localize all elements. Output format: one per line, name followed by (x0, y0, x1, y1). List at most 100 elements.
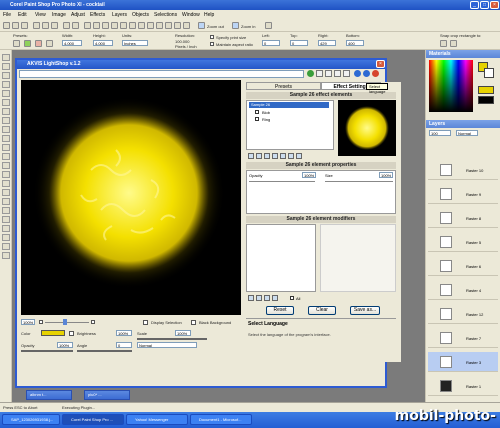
height-field[interactable]: 4.000 (93, 40, 113, 46)
save-as-button[interactable]: Save as... (350, 306, 380, 315)
layer-row[interactable]: Raster 10 (428, 160, 498, 180)
scan-icon[interactable] (102, 22, 109, 29)
background-swatch[interactable] (484, 68, 494, 78)
open-icon[interactable] (12, 22, 19, 29)
add-modifier-icon[interactable] (248, 295, 254, 301)
maintain-aspect-checkbox[interactable] (210, 42, 214, 46)
units-select[interactable]: Inches (122, 40, 148, 46)
zoom-plus-button[interactable] (91, 320, 95, 324)
crop-icon[interactable] (129, 22, 136, 29)
taskbar-item[interactable]: Yahoo! Messenger (126, 414, 188, 425)
print-icon[interactable] (93, 22, 100, 29)
layer-row[interactable]: Raster 5 (428, 232, 498, 252)
plugin-path-field[interactable] (19, 70, 304, 78)
layer-opacity-field[interactable]: 100 (429, 130, 451, 136)
zoom-tool-icon-side[interactable] (2, 63, 10, 70)
taskbar-item[interactable]: Document1 - Microsof... (190, 414, 252, 425)
brightness-field[interactable]: 100% (116, 330, 132, 336)
opacity-slider[interactable] (21, 350, 73, 352)
angle-slider[interactable] (77, 350, 132, 352)
save-icon[interactable] (21, 22, 28, 29)
lighten-icon[interactable] (2, 198, 10, 205)
black-background-checkbox[interactable] (191, 320, 196, 325)
camera-icon[interactable] (111, 22, 118, 29)
text-tool-icon[interactable] (2, 225, 10, 232)
fg-material-swatch[interactable] (478, 86, 494, 94)
right-field[interactable]: 429 (318, 40, 336, 46)
flood-fill-icon[interactable] (2, 207, 10, 214)
taskbar-item[interactable]: SAP_123026931938.j... (2, 414, 60, 425)
presets-icon[interactable] (13, 40, 20, 47)
zoom-slider-thumb[interactable] (63, 319, 67, 325)
move-down-icon[interactable] (288, 153, 294, 159)
copy-icon[interactable] (42, 22, 49, 29)
help-icon[interactable] (265, 22, 272, 29)
copy-element-icon[interactable] (256, 153, 262, 159)
blob-checkbox[interactable] (255, 110, 259, 114)
plugin-close-button[interactable]: × (376, 60, 385, 68)
elements-tree[interactable]: Sample 26 Blob Ring (246, 100, 334, 150)
color-swatch[interactable] (41, 330, 65, 336)
doc-window-1[interactable]: albnm t... (26, 390, 72, 400)
clone-tool-icon[interactable] (2, 135, 10, 142)
paste-icon[interactable] (51, 22, 58, 29)
modifier-down-icon[interactable] (272, 295, 278, 301)
minimize-button[interactable]: _ (470, 1, 479, 9)
red-eye-tool-icon[interactable] (2, 117, 10, 124)
help-plugin-icon[interactable] (363, 70, 370, 77)
all-checkbox[interactable] (290, 296, 294, 300)
layer-row[interactable]: Raster 6 (428, 256, 498, 276)
angle-field[interactable]: 0 (116, 342, 132, 348)
layer-row[interactable]: Raster 1 (428, 376, 498, 396)
cancel-icon[interactable] (35, 40, 42, 47)
doc-window-2[interactable]: plu0* ... (84, 390, 130, 400)
brightness-checkbox[interactable] (69, 331, 74, 336)
layer-row[interactable]: Raster 7 (428, 328, 498, 348)
layer-row[interactable]: Raster 8 (428, 208, 498, 228)
add-element-icon[interactable] (248, 153, 254, 159)
info-icon[interactable] (354, 70, 361, 77)
bottom-field[interactable]: 400 (346, 40, 364, 46)
menu-adjust[interactable]: Adjust (71, 12, 85, 18)
zoom-tool-icon[interactable] (174, 22, 181, 29)
prop-size-slider[interactable] (325, 181, 393, 182)
resize-icon[interactable] (120, 22, 127, 29)
dropper-tool-icon[interactable] (2, 108, 10, 115)
menu-file[interactable]: File (3, 12, 11, 18)
pan-tool-icon[interactable] (2, 54, 10, 61)
specify-print-checkbox[interactable] (210, 35, 214, 39)
dodge-icon[interactable] (2, 180, 10, 187)
taskbar-item-active[interactable]: Corel Paint Shop Pro ... (62, 414, 124, 425)
flip-icon[interactable] (147, 22, 154, 29)
layer-row-selected[interactable]: Raster 3 (428, 352, 498, 372)
batch-icon[interactable] (334, 70, 341, 77)
rotate-icon[interactable] (138, 22, 145, 29)
modifiers-list[interactable] (246, 224, 316, 292)
delete-element-icon[interactable] (272, 153, 278, 159)
tree-item-ring[interactable]: Ring (262, 117, 270, 122)
display-selection-checkbox[interactable] (143, 320, 148, 325)
bg-material-swatch[interactable] (478, 96, 494, 104)
zoom-in-icon[interactable] (232, 22, 239, 29)
tab-presets[interactable]: Presets (246, 82, 321, 90)
zoom-select[interactable]: 100% (21, 319, 35, 325)
menu-window[interactable]: Window (182, 12, 200, 18)
scratch-remover-icon[interactable] (2, 144, 10, 151)
smudge-icon[interactable] (2, 189, 10, 196)
menu-view[interactable]: View (35, 12, 46, 18)
redo-icon[interactable] (72, 22, 79, 29)
fit-icon[interactable] (183, 22, 190, 29)
left-field[interactable]: 0 (262, 40, 280, 46)
remove-modifier-icon[interactable] (256, 295, 262, 301)
save-element-icon[interactable] (264, 153, 270, 159)
snap-option-icon[interactable] (440, 40, 447, 47)
text-icon[interactable] (165, 22, 172, 29)
run-icon[interactable] (307, 70, 314, 77)
apply-icon[interactable] (24, 40, 31, 47)
menu-effects[interactable]: Effects (90, 12, 105, 18)
crop-tool-icon[interactable] (2, 81, 10, 88)
scale-slider[interactable] (137, 338, 207, 340)
zoom-in-label[interactable]: Zoom in (241, 24, 255, 29)
mirror-icon[interactable] (156, 22, 163, 29)
picture-tube-icon[interactable] (2, 216, 10, 223)
